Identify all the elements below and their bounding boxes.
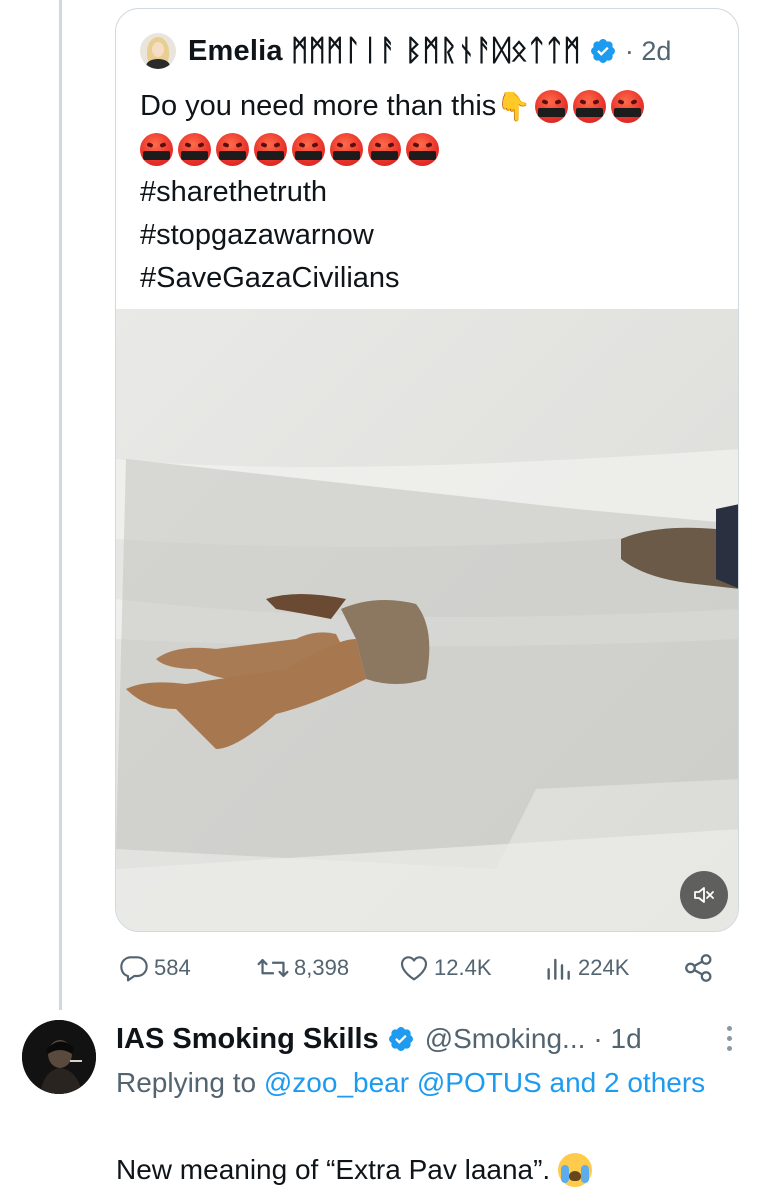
- thread-connector-line: [59, 0, 62, 1010]
- more-options-icon[interactable]: [723, 1026, 735, 1056]
- views-action[interactable]: 224K: [542, 950, 629, 986]
- rage-face-icon: [611, 90, 645, 123]
- like-count: 12.4K: [434, 955, 492, 980]
- post-action-bar: 584 8,398 12.4K 224K: [118, 950, 718, 986]
- bar-chart-icon: [547, 958, 570, 980]
- reply-action[interactable]: 584: [118, 950, 191, 986]
- rage-face-icon: [535, 90, 569, 123]
- reply-body-text: New meaning of “Extra Pav laana”.: [116, 1154, 551, 1185]
- quoted-author-avatar[interactable]: [140, 33, 176, 69]
- mute-toggle-button[interactable]: [680, 871, 728, 919]
- rage-face-icon: [254, 133, 287, 166]
- verified-badge-icon: [590, 39, 615, 63]
- hashtag-link[interactable]: #SaveGazaCivilians: [140, 257, 730, 300]
- share-action[interactable]: [682, 950, 720, 986]
- reply-header: IAS Smoking Skills @Smoking... · 1d: [116, 1018, 642, 1060]
- video-frame: [116, 309, 738, 931]
- reply-count: 584: [154, 955, 191, 980]
- repost-action[interactable]: 8,398: [256, 950, 349, 986]
- mention-others-link[interactable]: and 2 others: [550, 1067, 706, 1098]
- quoted-author-name[interactable]: Emelia ᛗᛗᛗᛚᛁᚨ ᛒᛗᚱᚾᚨᛞᛟᛏᛏᛗ: [188, 35, 581, 68]
- pointing-down-hand-icon: 👇: [496, 91, 532, 122]
- rage-face-icon: [330, 133, 363, 166]
- quoted-post-text: Do you need more than this 👇 #sharethetr…: [140, 85, 730, 300]
- verified-badge-icon: [388, 1027, 413, 1051]
- quoted-post-timestamp[interactable]: · 2d: [625, 36, 672, 67]
- crying-face-icon: [558, 1153, 593, 1187]
- repost-count: 8,398: [294, 955, 350, 980]
- rage-face-icon: [216, 133, 249, 166]
- reply-post[interactable]: IAS Smoking Skills @Smoking... · 1d Repl…: [0, 1012, 761, 1200]
- replying-to-line: Replying to @zoo_bear @POTUS and 2 other…: [116, 1062, 736, 1104]
- replying-to-label: Replying to: [116, 1067, 264, 1098]
- rage-face-icon: [292, 133, 325, 166]
- heart-icon: [400, 956, 428, 981]
- reply-icon: [120, 956, 148, 982]
- reply-timestamp[interactable]: · 1d: [593, 1023, 641, 1055]
- quoted-post-card[interactable]: Emelia ᛗᛗᛗᛚᛁᚨ ᛒᛗᚱᚾᚨᛞᛟᛏᛏᛗ · 2d Do you nee…: [115, 8, 739, 932]
- rage-face-icon: [406, 133, 439, 166]
- repost-icon: [257, 959, 289, 977]
- quoted-post-header: Emelia ᛗᛗᛗᛚᛁᚨ ᛒᛗᚱᚾᚨᛞᛟᛏᛏᛗ · 2d: [140, 31, 671, 71]
- mention-link-potus[interactable]: @POTUS: [417, 1067, 542, 1098]
- quoted-post-text-line: Do you need more than this: [140, 90, 497, 122]
- rage-face-icon: [178, 133, 211, 166]
- video-player[interactable]: [116, 309, 738, 931]
- reply-author-avatar[interactable]: [22, 1020, 96, 1094]
- hashtag-link[interactable]: #sharethetruth: [140, 171, 730, 214]
- reply-text: New meaning of “Extra Pav laana”.: [116, 1150, 593, 1190]
- mention-link-zoo-bear[interactable]: @zoo_bear: [264, 1067, 409, 1098]
- rage-face-icon: [368, 133, 401, 166]
- like-action[interactable]: 12.4K: [398, 950, 492, 986]
- reply-author-handle[interactable]: @Smoking...: [425, 1023, 586, 1055]
- hashtag-link[interactable]: #stopgazawarnow: [140, 214, 730, 257]
- reply-author-name[interactable]: IAS Smoking Skills: [116, 1023, 379, 1056]
- view-count: 224K: [578, 955, 630, 980]
- rage-emoji-row: [140, 128, 730, 171]
- speaker-muted-icon: [694, 887, 714, 903]
- rage-face-icon: [573, 90, 607, 123]
- rage-face-icon: [140, 133, 173, 166]
- share-icon: [685, 954, 712, 982]
